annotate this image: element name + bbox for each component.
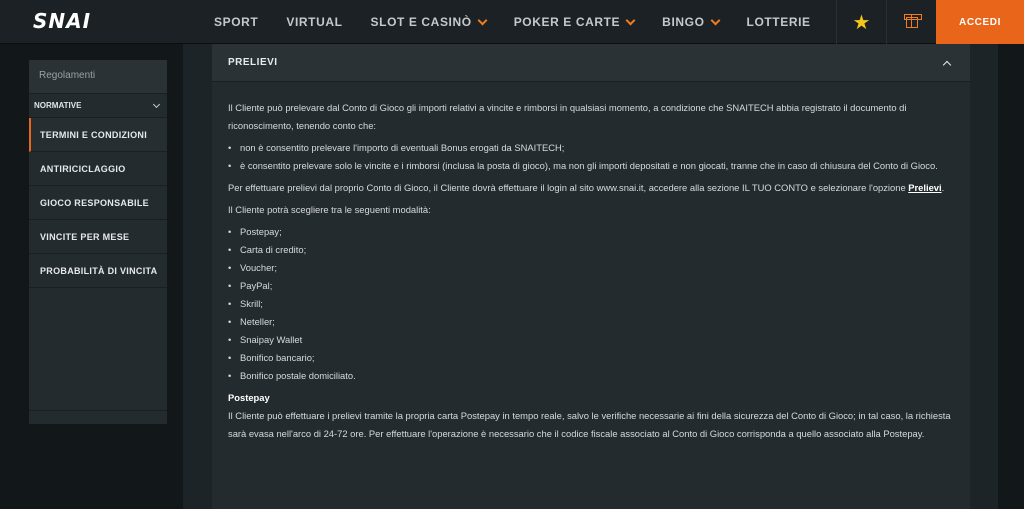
main-nav: SPORT VIRTUAL SLOT E CASINÒ POKER E CART… — [200, 0, 825, 44]
list-item: Postepay; — [228, 223, 954, 241]
nav-label: SLOT E CASINÒ — [370, 15, 472, 29]
section-title: PRELIEVI — [228, 57, 278, 68]
conditions-list: non è consentito prelevare l'importo di … — [228, 139, 954, 175]
sidebar-item-antiriciclaggio[interactable]: ANTIRICICLAGGIO — [29, 152, 167, 186]
methods-intro: Il Cliente potrà scegliere tra le seguen… — [228, 204, 431, 215]
gift-icon — [903, 13, 922, 28]
chevron-down-icon — [710, 15, 720, 25]
section-body: Il Cliente può prelevare dal Conto di Gi… — [212, 82, 970, 443]
promotions-button[interactable] — [886, 0, 936, 44]
nav-sport[interactable]: SPORT — [214, 15, 258, 29]
nav-label: BINGO — [662, 15, 705, 29]
top-navbar: SNAI SPORT VIRTUAL SLOT E CASINÒ POKER E… — [0, 0, 1024, 44]
chevron-down-icon — [152, 100, 161, 108]
list-item: Skrill; — [228, 295, 954, 313]
section-header-prelievi[interactable]: PRELIEVI — [212, 44, 970, 82]
login-text-end: . — [941, 182, 945, 193]
nav-label: POKER E CARTE — [513, 15, 621, 29]
chevron-down-icon — [477, 15, 488, 25]
login-button[interactable]: ACCEDI — [936, 0, 1024, 44]
main-content: PRELIEVI Il Cliente può prelevare dal Co… — [212, 44, 970, 509]
nav-virtual[interactable]: VIRTUAL — [286, 15, 342, 29]
nav-lotterie[interactable]: LOTTERIE — [747, 15, 811, 29]
list-item: non è consentito prelevare l'importo di … — [228, 139, 954, 157]
sidebar-item-probabilita-vincita[interactable]: PROBABILITÀ DI VINCITA — [29, 254, 167, 288]
postepay-heading: Postepay — [228, 392, 270, 403]
regulations-sidebar: Regolamenti NORMATIVE TERMINI E CONDIZIO… — [29, 60, 167, 424]
star-icon: ★ — [852, 11, 871, 34]
list-item: Snaipay Wallet — [228, 331, 954, 349]
sidebar-item-termini-condizioni[interactable]: TERMINI E CONDIZIONI — [29, 118, 167, 152]
list-item: PayPal; — [228, 277, 954, 295]
chevron-up-icon — [942, 60, 952, 69]
sidebar-title: Regolamenti — [29, 60, 167, 94]
list-item: Bonifico bancario; — [228, 349, 954, 367]
login-text: Per effettuare prelievi dal proprio Cont… — [228, 182, 909, 193]
nav-label: VIRTUAL — [286, 15, 343, 29]
snai-logo[interactable]: SNAI — [33, 9, 91, 33]
sidebar-group-normative[interactable]: NORMATIVE — [29, 94, 167, 118]
prelievi-link[interactable]: Prelievi — [908, 182, 941, 193]
list-item: Carta di credito; — [228, 241, 954, 259]
favorites-button[interactable]: ★ — [836, 0, 886, 44]
list-item: è consentito prelevare solo le vincite e… — [228, 157, 954, 175]
nav-label: SPORT — [214, 15, 259, 29]
list-item: Neteller; — [228, 313, 954, 331]
nav-bingo[interactable]: BINGO — [662, 15, 720, 29]
list-item: Voucher; — [228, 259, 954, 277]
postepay-paragraph: Il Cliente può effettuare i prelievi tra… — [228, 410, 951, 439]
sidebar-footer — [29, 410, 167, 424]
sidebar-group-label: NORMATIVE — [34, 101, 82, 110]
intro-paragraph: Il Cliente può prelevare dal Conto di Gi… — [228, 102, 907, 131]
sidebar-item-gioco-responsabile[interactable]: GIOCO RESPONSABILE — [29, 186, 167, 220]
nav-poker-carte[interactable]: POKER E CARTE — [513, 15, 636, 29]
sidebar-item-vincite-per-mese[interactable]: VINCITE PER MESE — [29, 220, 167, 254]
login-instructions: Per effettuare prelievi dal proprio Cont… — [228, 179, 954, 197]
methods-list: Postepay; Carta di credito; Voucher; Pay… — [228, 223, 954, 385]
chevron-down-icon — [625, 15, 636, 25]
nav-label: LOTTERIE — [746, 15, 811, 29]
nav-slot-casino[interactable]: SLOT E CASINÒ — [370, 15, 488, 29]
list-item: Bonifico postale domiciliato. — [228, 367, 954, 385]
